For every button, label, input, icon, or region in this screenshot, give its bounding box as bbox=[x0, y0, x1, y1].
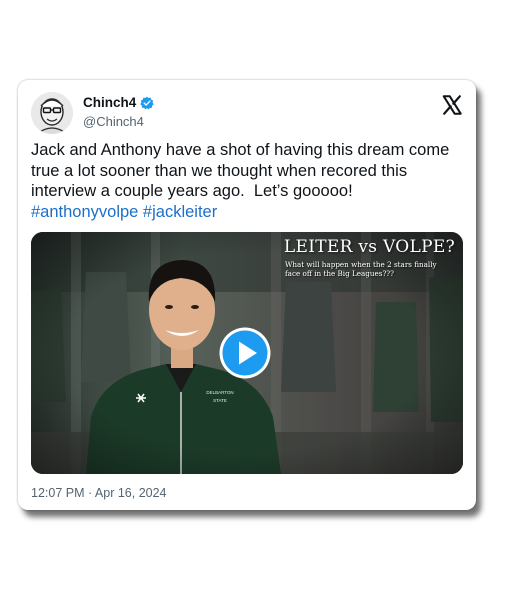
tweet-body: Jack and Anthony have a shot of having t… bbox=[31, 141, 454, 200]
video-subtitle: What will happen when the 2 stars finall… bbox=[285, 260, 437, 278]
play-button[interactable] bbox=[218, 326, 272, 380]
video-player[interactable]: DELBARTON STATE LEITER vs VOLPE? What wi… bbox=[31, 232, 463, 474]
avatar[interactable] bbox=[31, 92, 73, 134]
handle[interactable]: @Chinch4 bbox=[83, 114, 154, 129]
display-name[interactable]: Chinch4 bbox=[83, 95, 136, 110]
avatar-portrait bbox=[31, 92, 73, 134]
tweet-timestamp[interactable]: 12:07 PM · Apr 16, 2024 bbox=[31, 486, 167, 500]
verified-badge-icon bbox=[140, 96, 155, 109]
author-names: Chinch4 @Chinch4 bbox=[83, 95, 155, 129]
x-logo-icon[interactable] bbox=[441, 94, 463, 116]
tweet-card[interactable]: Chinch4 @Chinch4 Jack and Anthony have a… bbox=[18, 80, 476, 510]
tweet-text: Jack and Anthony have a shot of having t… bbox=[31, 140, 466, 222]
tweet-header: Chinch4 @Chinch4 bbox=[31, 92, 463, 138]
video-title: LEITER vs VOLPE? bbox=[283, 237, 455, 257]
hashtag-links[interactable]: #anthonyvolpe #jackleiter bbox=[31, 203, 217, 221]
